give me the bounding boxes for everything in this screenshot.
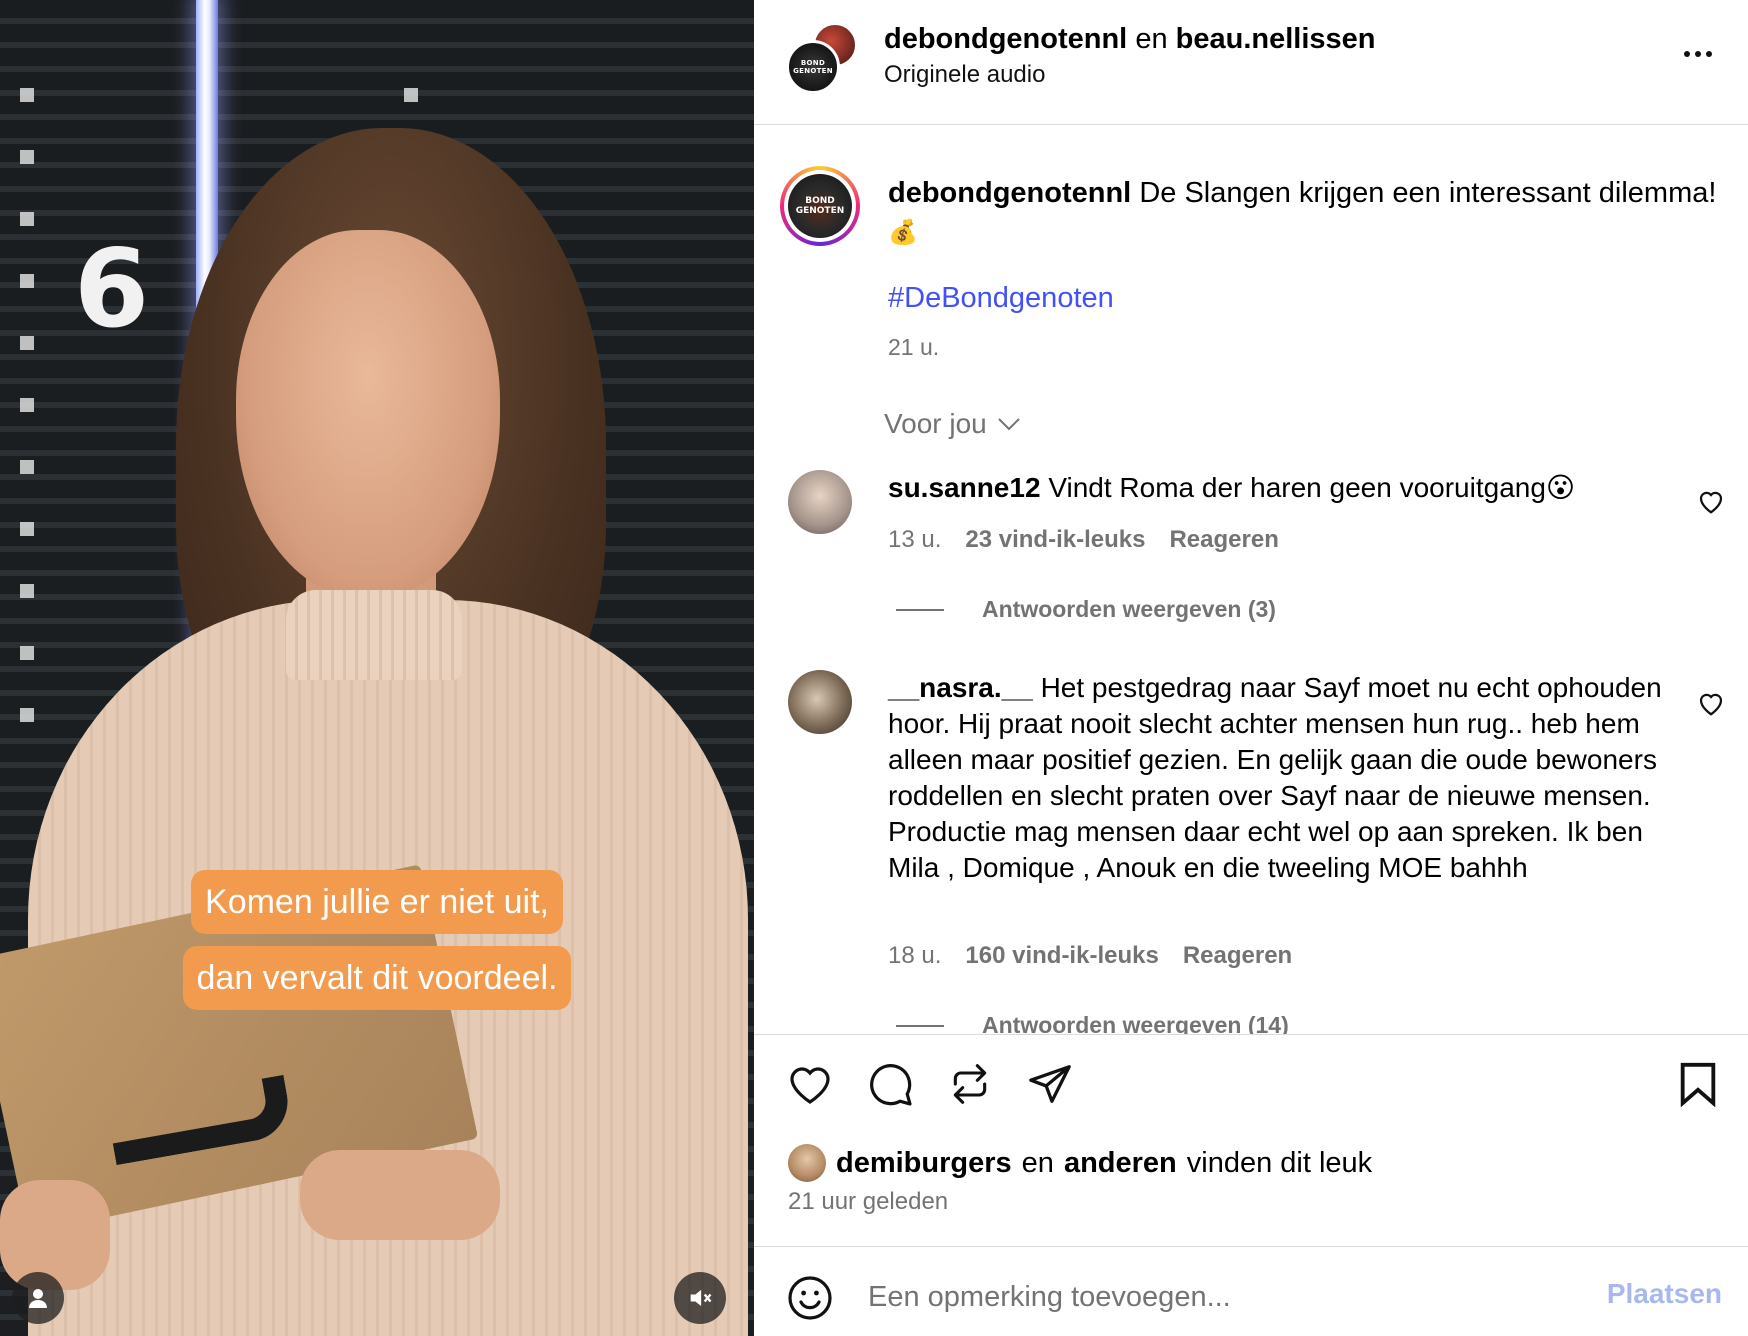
- comment-body: __nasra.__ Het pestgedrag naar Sayf moet…: [888, 670, 1668, 886]
- replies-line: [896, 1024, 944, 1027]
- post-caption: debondgenotennl De Slangen krijgen een i…: [888, 174, 1718, 252]
- repost-icon: [953, 1064, 987, 1104]
- comments-scroll-area[interactable]: BOND GENOTEN debondgenotennl De Slangen …: [754, 0, 1748, 1034]
- comment-heart-icon[interactable]: [1696, 486, 1726, 516]
- post-author-avatar[interactable]: BOND GENOTEN: [780, 166, 860, 246]
- replies-line: [896, 608, 944, 611]
- comment-button[interactable]: [864, 1058, 916, 1110]
- post-actions: [784, 1058, 1076, 1110]
- comment-text: Vindt Roma der haren geen vooruitgang😮: [1048, 472, 1576, 503]
- share-button[interactable]: [1024, 1058, 1076, 1110]
- comment-likes[interactable]: 160 vind-ik-leuks: [965, 942, 1158, 970]
- emoji-icon[interactable]: [786, 1274, 834, 1322]
- caption-line-1-wrap: Komen jullie er niet uit,: [0, 870, 754, 934]
- view-replies-label: Antwoorden weergeven (3): [982, 596, 1276, 622]
- money-bag-emoji: 💰: [888, 219, 918, 246]
- reel-video[interactable]: 6 Komen jullie er niet uit, dan vervalt …: [0, 0, 754, 1336]
- save-button[interactable]: [1672, 1058, 1724, 1110]
- presenter-hand-left: [0, 1180, 110, 1290]
- avatar-ring-inner: BOND GENOTEN: [784, 170, 856, 242]
- chevron-down-icon: [998, 418, 1020, 431]
- reply-button[interactable]: Reageren: [1169, 526, 1278, 554]
- presenter-face: [236, 230, 500, 600]
- likes-summary: demiburgers en anderen vinden dit leuk: [788, 1144, 1372, 1182]
- speaker-muted-icon: [690, 1289, 712, 1307]
- speech-bubble-icon: [870, 1064, 912, 1106]
- view-replies-label: Antwoorden weergeven (14): [982, 1012, 1289, 1034]
- presenter-collar: [286, 590, 462, 680]
- caption-username[interactable]: debondgenotennl: [888, 177, 1131, 209]
- tagged-users-button[interactable]: [12, 1272, 64, 1324]
- comment-filter-dropdown[interactable]: Voor jou: [884, 408, 1021, 440]
- video-caption-line-2: dan vervalt dit voordeel.: [182, 946, 572, 1010]
- filter-label: Voor jou: [884, 408, 987, 439]
- light-ticks: [20, 40, 34, 740]
- view-replies-button[interactable]: Antwoorden weergeven (14): [896, 1012, 1289, 1034]
- repost-button[interactable]: [944, 1058, 996, 1110]
- likes-others-link[interactable]: anderen: [1064, 1144, 1177, 1182]
- person-icon: [29, 1289, 47, 1308]
- hashtag-link[interactable]: #DeBondgenoten: [888, 282, 1114, 315]
- comment-body: su.sanne12 Vindt Roma der haren geen voo…: [888, 470, 1668, 506]
- comment-meta: 18 u. 160 vind-ik-leuks Reageren: [888, 942, 1292, 970]
- post-age[interactable]: 21 uur geleden: [788, 1188, 948, 1216]
- post-comment-button[interactable]: Plaatsen: [1607, 1278, 1722, 1310]
- caption-line-2-wrap: dan vervalt dit voordeel.: [0, 946, 754, 1010]
- post-timestamp[interactable]: 21 u.: [888, 334, 939, 361]
- likes-suffix: vinden dit leuk: [1186, 1147, 1373, 1179]
- likes-joiner: en: [1021, 1147, 1054, 1179]
- commenter-avatar[interactable]: [788, 670, 852, 734]
- comment-heart-icon[interactable]: [1696, 688, 1726, 718]
- post-panel: BOND GENOTEN debondgenotennl en beau.nel…: [754, 0, 1748, 1336]
- video-caption-line-1: Komen jullie er niet uit,: [191, 870, 563, 934]
- commenter-avatar[interactable]: [788, 470, 852, 534]
- mute-button[interactable]: [674, 1272, 726, 1324]
- commenter-username[interactable]: __nasra.__: [888, 672, 1033, 703]
- liker-avatar[interactable]: [788, 1144, 826, 1182]
- heart-icon: [790, 1067, 830, 1104]
- view-replies-button[interactable]: Antwoorden weergeven (3): [896, 596, 1276, 623]
- commenter-username[interactable]: su.sanne12: [888, 472, 1041, 503]
- channel-logo: 6: [74, 227, 150, 352]
- comment-text: Het pestgedrag naar Sayf moet nu echt op…: [888, 672, 1662, 883]
- comment-time[interactable]: 13 u.: [888, 526, 941, 554]
- presenter-hand-right: [300, 1150, 500, 1240]
- comment-composer: Plaatsen: [754, 1246, 1748, 1336]
- comment-time[interactable]: 18 u.: [888, 942, 941, 970]
- like-button[interactable]: [784, 1058, 836, 1110]
- comment-input[interactable]: [868, 1274, 1568, 1320]
- caption-text: De Slangen krijgen een interessant dilem…: [1139, 177, 1717, 209]
- avatar-logo-text: BOND GENOTEN: [795, 196, 845, 216]
- actions-divider: [754, 1034, 1748, 1035]
- comment-likes[interactable]: 23 vind-ik-leuks: [965, 526, 1145, 554]
- comment-meta: 13 u. 23 vind-ik-leuks Reageren: [888, 526, 1279, 554]
- liker-username[interactable]: demiburgers: [836, 1144, 1012, 1182]
- paper-plane-icon: [1029, 1065, 1071, 1103]
- bookmark-icon: [1680, 1062, 1716, 1107]
- reply-button[interactable]: Reageren: [1183, 942, 1292, 970]
- bondgenoten-logo: BOND GENOTEN: [788, 174, 852, 238]
